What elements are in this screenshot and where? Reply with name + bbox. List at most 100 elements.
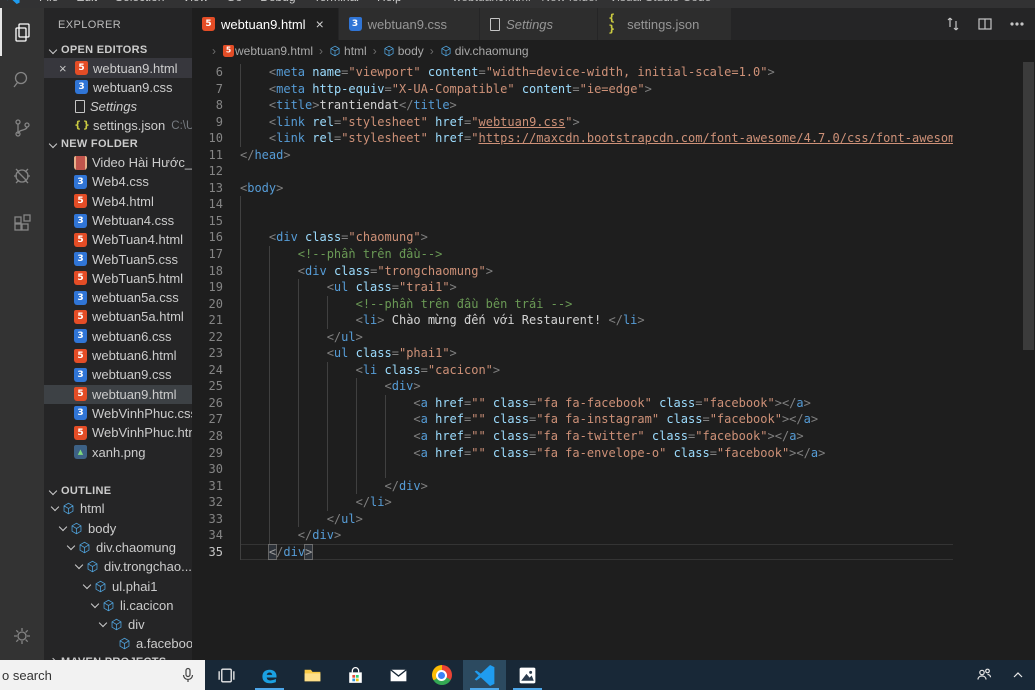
file-tree-item[interactable]: Webtuan4.css [44, 211, 192, 230]
line-number[interactable]: 20 [192, 296, 240, 313]
code-content[interactable]: <meta name="viewport" content="width=dev… [240, 64, 953, 660]
line-number[interactable]: 6 [192, 64, 240, 81]
line-number[interactable]: 32 [192, 494, 240, 511]
taskbar-search-input[interactable]: o search [0, 660, 205, 690]
outline-item[interactable]: li.cacicon [44, 596, 192, 615]
code-line[interactable]: </ul> [240, 328, 953, 346]
vscode-icon[interactable] [463, 660, 506, 690]
line-number[interactable]: 8 [192, 97, 240, 114]
split-editor-icon[interactable] [977, 16, 993, 32]
code-line[interactable]: <!--phần trên đầu--> [240, 246, 953, 263]
mail-icon[interactable] [377, 660, 420, 690]
people-icon[interactable] [967, 666, 1001, 684]
breadcrumb-item[interactable]: › html [313, 44, 367, 58]
code-line[interactable]: <title>trantiendat</title> [240, 97, 953, 114]
explorer-icon[interactable] [0, 8, 44, 56]
section-folder[interactable]: NEW FOLDER [44, 136, 192, 153]
compare-changes-icon[interactable] [945, 16, 961, 32]
file-tree-item[interactable]: Web4.html [44, 192, 192, 211]
more-actions-icon[interactable] [1009, 16, 1025, 32]
open-editor-item[interactable]: Settings [44, 97, 192, 116]
code-line[interactable]: <ul class="phai1"> [240, 345, 953, 362]
line-number[interactable]: 7 [192, 81, 240, 98]
line-number[interactable]: 34 [192, 527, 240, 544]
editor-tab[interactable]: webtuan9.html × [192, 8, 339, 40]
outline-item[interactable]: ul.phai1 [44, 576, 192, 595]
editor-gutter[interactable]: 6 7 8 9 10 11 12 13 14 15 16 17 18 19 20 21 22 23 24 25 26 27… [192, 64, 240, 560]
outline-item[interactable]: html [44, 499, 192, 518]
close-icon[interactable]: × [316, 16, 328, 32]
photos-icon[interactable] [506, 660, 549, 690]
menu-item[interactable]: Terminal [305, 0, 368, 4]
menu-item[interactable]: Debug [251, 0, 304, 4]
file-tree-item[interactable]: webtuan5a.css [44, 288, 192, 307]
code-line[interactable]: <meta name="viewport" content="width=dev… [240, 64, 953, 81]
outline-item[interactable]: div.chaomung [44, 538, 192, 557]
breadcrumb-item[interactable]: › div.chaomung [424, 44, 529, 58]
store-icon[interactable] [334, 660, 377, 690]
line-number[interactable]: 17 [192, 246, 240, 263]
outline-item[interactable]: a.facebook [44, 634, 192, 653]
file-tree-item[interactable]: WebVinhPhuc.css [44, 404, 192, 423]
line-number[interactable]: 24 [192, 362, 240, 379]
line-number[interactable]: 13 [192, 180, 240, 197]
line-number[interactable]: 25 [192, 378, 240, 395]
editor-tab[interactable]: settings.json [598, 8, 733, 40]
code-line[interactable]: <meta http-equiv="X-UA-Compatible" conte… [240, 80, 953, 98]
code-line[interactable]: <body> [240, 180, 953, 197]
code-line[interactable]: </li> [240, 494, 953, 511]
extensions-icon[interactable] [0, 200, 44, 248]
line-number[interactable]: 29 [192, 445, 240, 462]
code-line[interactable]: </head> [240, 147, 953, 164]
debug-icon[interactable] [0, 152, 44, 200]
line-number[interactable]: 26 [192, 395, 240, 412]
line-number[interactable]: 19 [192, 279, 240, 296]
source-control-icon[interactable] [0, 104, 44, 152]
code-line[interactable]: <a href="" class="fa fa-facebook" class=… [240, 394, 953, 412]
code-line[interactable]: </div> [240, 477, 953, 495]
file-tree-item[interactable]: webtuan9.html [44, 384, 192, 404]
file-tree-item[interactable]: WebTuan5.html [44, 269, 192, 288]
code-line[interactable]: <!--phần trên đầu bên trái --> [240, 295, 953, 313]
menu-item[interactable]: Help [368, 0, 411, 4]
line-number[interactable]: 21 [192, 312, 240, 329]
line-number[interactable]: 33 [192, 511, 240, 528]
code-line[interactable] [240, 212, 953, 230]
code-line[interactable] [240, 196, 953, 213]
breadcrumb-item[interactable]: › webtuan9.html [206, 44, 313, 58]
line-number[interactable]: 23 [192, 345, 240, 362]
code-editor[interactable]: 6 7 8 9 10 11 12 13 14 15 16 17 18 19 20 21 22 23 24 25 26 27… [192, 62, 1035, 660]
section-open-editors[interactable]: OPEN EDITORS [44, 41, 192, 58]
code-line[interactable]: <a href="" class="fa fa-instagram" class… [240, 411, 953, 429]
line-number[interactable]: 28 [192, 428, 240, 445]
file-tree-item[interactable]: webtuan9.css [44, 365, 192, 384]
code-line[interactable]: <link rel="stylesheet" href="webtuan9.cs… [240, 113, 953, 131]
code-line[interactable] [240, 163, 953, 180]
line-number[interactable]: 22 [192, 329, 240, 346]
line-number[interactable]: 35 [192, 544, 240, 561]
code-line[interactable]: <div class="trongchaomung"> [240, 262, 953, 280]
line-number[interactable]: 31 [192, 478, 240, 495]
code-line[interactable]: </ul> [240, 510, 953, 528]
open-editor-item[interactable]: settings.json C:\Us... [44, 116, 192, 135]
vertical-scrollbar[interactable] [1022, 62, 1035, 660]
editor-tab[interactable]: webtuan9.css [338, 8, 481, 40]
file-explorer-icon[interactable] [291, 660, 334, 690]
file-tree-item[interactable]: webtuan6.html [44, 346, 192, 365]
line-number[interactable]: 16 [192, 229, 240, 246]
file-tree-item[interactable]: WebTuan4.html [44, 230, 192, 249]
code-line[interactable] [240, 461, 953, 478]
line-number[interactable]: 18 [192, 263, 240, 280]
line-number[interactable]: 10 [192, 130, 240, 147]
line-number[interactable]: 14 [192, 196, 240, 213]
section-outline[interactable]: OUTLINE [44, 482, 192, 499]
code-line[interactable]: <li class="cacicon"> [240, 361, 953, 379]
chrome-icon[interactable] [420, 660, 463, 690]
outline-item[interactable]: body [44, 519, 192, 538]
code-line[interactable]: <ul class="trai1"> [240, 279, 953, 296]
code-line[interactable]: <a href="" class="fa fa-envelope-o" clas… [240, 444, 953, 462]
file-tree-item[interactable]: webtuan6.css [44, 327, 192, 346]
minimap[interactable]: <meta name="viewport" content="width=dev… [953, 62, 1022, 660]
line-number[interactable]: 27 [192, 411, 240, 428]
file-tree-item[interactable]: xanh.png [44, 442, 192, 461]
